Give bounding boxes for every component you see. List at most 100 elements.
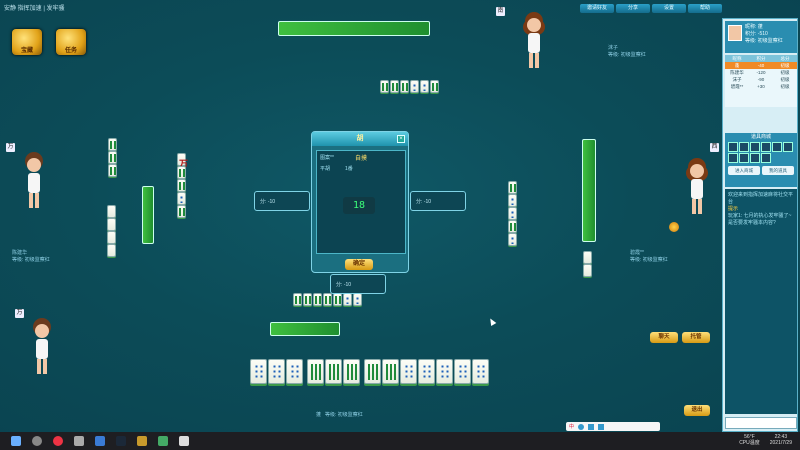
- mic-icon[interactable]: [578, 423, 585, 430]
- shop-item[interactable]: [761, 142, 771, 152]
- table-row[interactable]: 沫子 -90 初级: [725, 76, 797, 83]
- top-player-melds: [380, 80, 440, 93]
- enter-shop-button[interactable]: 进入商城: [728, 166, 760, 175]
- left-player-info: 陈建华 等级: 初级监察红: [12, 250, 50, 263]
- chat-log: 欢迎来到指挥加速麻将社交平台 提示 玩家1: 七月的执心发牢骚了~ 是否要发牢骚…: [725, 189, 797, 414]
- chat-button[interactable]: 聊天: [650, 332, 678, 343]
- tile: [107, 218, 116, 231]
- hand-tile[interactable]: [454, 359, 471, 384]
- fan-value: 1番: [345, 166, 353, 172]
- countdown-timer: 18: [343, 197, 375, 214]
- table-row[interactable]: 碧霞** +30 初级: [725, 83, 797, 90]
- hand-tile[interactable]: [343, 359, 360, 384]
- weather-readout[interactable]: 56°F CPU温度: [739, 434, 760, 446]
- help-button[interactable]: 帮助: [688, 4, 722, 13]
- close-icon[interactable]: ×: [397, 135, 405, 143]
- hand-tile[interactable]: [472, 359, 489, 384]
- shop-item[interactable]: [728, 142, 738, 152]
- tile: [410, 80, 419, 93]
- my-items-button[interactable]: 我的道具: [762, 166, 794, 175]
- hand-tile[interactable]: [250, 359, 267, 384]
- self-avatar[interactable]: [29, 324, 55, 376]
- tile: [177, 166, 186, 179]
- dealer-token-icon: [669, 222, 679, 232]
- self-seat-tag: 万: [15, 309, 24, 318]
- right-player-avatar[interactable]: [684, 164, 710, 216]
- hand-tile[interactable]: [268, 359, 285, 384]
- tile: [400, 80, 409, 93]
- share-button[interactable]: 分享: [616, 4, 650, 13]
- shop-item[interactable]: [783, 142, 793, 152]
- hand-tile[interactable]: [382, 359, 399, 384]
- confirm-button[interactable]: 确定: [345, 259, 373, 270]
- search-icon[interactable]: [32, 436, 42, 446]
- invite-button[interactable]: 邀请好友: [580, 4, 614, 13]
- shop-item[interactable]: [739, 153, 749, 163]
- table-row[interactable]: 蓬 -40 初级: [725, 62, 797, 69]
- app-icon[interactable]: [74, 436, 84, 446]
- treasure-chest-icon[interactable]: 宝藏: [12, 29, 42, 55]
- right-player-discards: [508, 181, 518, 246]
- left-player-melds: [108, 138, 118, 177]
- shop-item[interactable]: [728, 153, 738, 163]
- tile: [508, 220, 517, 233]
- chrome-icon[interactable]: [53, 436, 63, 446]
- tile: [108, 151, 117, 164]
- shop-item[interactable]: [739, 142, 749, 152]
- tile: [508, 233, 517, 246]
- hand-tile[interactable]: [364, 359, 381, 384]
- left-player-wall: [107, 205, 117, 257]
- quit-button[interactable]: 退出: [684, 405, 710, 416]
- left-score-box: 分: -10: [254, 191, 310, 211]
- hand-tile[interactable]: [307, 359, 324, 384]
- tile: [177, 179, 186, 192]
- keyboard-icon[interactable]: [588, 423, 595, 430]
- app-icon[interactable]: [95, 436, 105, 446]
- app-icon[interactable]: [179, 436, 189, 446]
- gift-basket-icon[interactable]: 任务: [56, 29, 86, 55]
- app-icon[interactable]: [137, 436, 147, 446]
- self-player-info: 蓬等级: 初级监察红: [316, 412, 363, 418]
- ready-button[interactable]: 托管: [682, 332, 710, 343]
- hand-tile[interactable]: [286, 359, 303, 384]
- hand-tile[interactable]: [418, 359, 435, 384]
- profile-card: 昵称: 蓬 积分: -510 等级: 初级监察红: [725, 21, 797, 53]
- clock[interactable]: 22:43 2021/7/29: [770, 434, 792, 446]
- tile: [108, 164, 117, 177]
- self-wall-back: [270, 322, 340, 336]
- hand-tile[interactable]: [400, 359, 417, 384]
- tile: [583, 264, 592, 277]
- table-row[interactable]: 陈建华 -120 初级: [725, 69, 797, 76]
- shop-item[interactable]: [772, 142, 782, 152]
- left-player-discards: 万: [177, 153, 188, 218]
- shop-title: 道具商城: [750, 134, 771, 140]
- steam-icon[interactable]: [116, 436, 126, 446]
- ime-toolbar[interactable]: 中: [566, 422, 660, 431]
- settings-icon[interactable]: [598, 423, 605, 430]
- right-score-box: 分: -10: [410, 191, 466, 211]
- bottom-score-box: 分: -10: [330, 274, 386, 294]
- dialog-subtitle: 自摸: [355, 156, 368, 162]
- tile: [583, 251, 592, 264]
- right-player-hand-back: [582, 139, 596, 242]
- top-player-avatar[interactable]: [521, 18, 547, 70]
- hand-tile[interactable]: [436, 359, 453, 384]
- tile: [380, 80, 389, 93]
- chat-line: 是否要发牢骚本内容?: [728, 220, 776, 226]
- tile: [508, 181, 517, 194]
- right-seat-tag: 西: [710, 143, 719, 152]
- app-icon[interactable]: [158, 436, 168, 446]
- tile: [177, 192, 186, 205]
- windows-start-icon[interactable]: [11, 436, 21, 446]
- tile: [343, 293, 352, 306]
- settings-button[interactable]: 设置: [652, 4, 686, 13]
- chat-input[interactable]: [725, 417, 797, 429]
- ime-mode[interactable]: 中: [569, 423, 574, 430]
- shop-item[interactable]: [750, 153, 760, 163]
- hand-tile[interactable]: [325, 359, 342, 384]
- shop-item[interactable]: [761, 153, 771, 163]
- shop-item[interactable]: [750, 142, 760, 152]
- tile: [107, 244, 116, 257]
- profile-level: 等级: 初级监察红: [745, 38, 783, 44]
- left-player-avatar[interactable]: [21, 158, 47, 210]
